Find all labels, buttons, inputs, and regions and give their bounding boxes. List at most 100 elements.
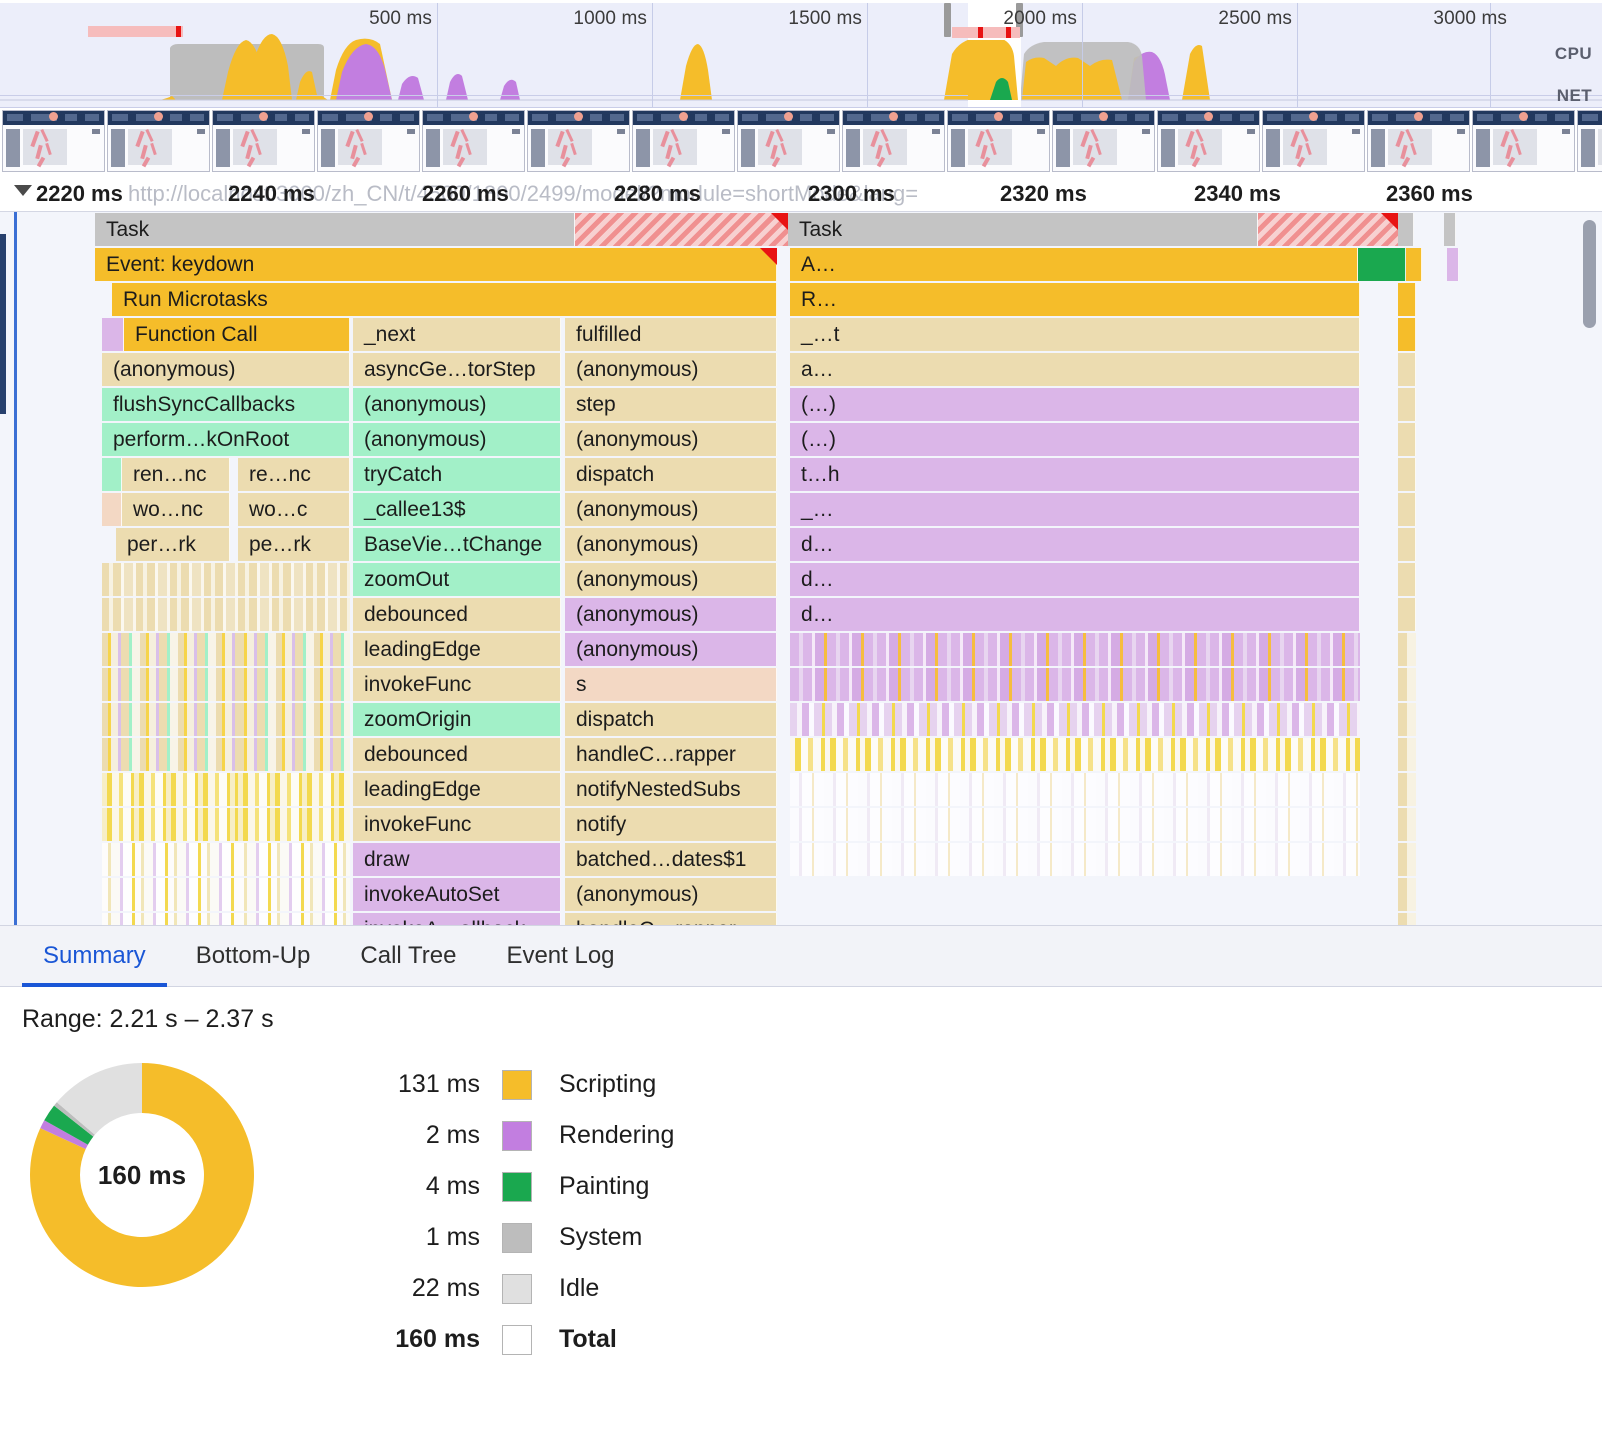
flame-chart-bar[interactable]: notify — [565, 808, 777, 841]
flame-chart-bar[interactable]: tryCatch — [353, 458, 561, 491]
flame-chart-bar[interactable]: Run Microtasks — [112, 283, 777, 316]
flame-chart-dense-samples[interactable] — [1398, 703, 1416, 736]
flame-chart-bar[interactable]: (anonymous) — [565, 423, 777, 456]
flame-chart-bar[interactable] — [1398, 563, 1416, 596]
chevron-down-icon[interactable] — [14, 185, 32, 196]
flame-chart-bar[interactable]: Task — [788, 213, 1258, 246]
flame-chart-bar[interactable]: (anonymous) — [353, 423, 561, 456]
flame-chart-dense-samples[interactable] — [238, 598, 350, 631]
flame-chart-bar[interactable] — [1406, 248, 1422, 281]
flame-chart-dense-samples[interactable] — [790, 843, 1360, 876]
filmstrip-frame[interactable] — [2, 110, 105, 172]
filmstrip[interactable] — [0, 108, 1602, 174]
flame-chart-bar[interactable]: wo…nc — [122, 493, 230, 526]
flame-chart-bar[interactable]: _… — [790, 493, 1360, 526]
flame-chart-bar[interactable]: notifyNestedSubs — [565, 773, 777, 806]
flame-chart-dense-samples[interactable] — [238, 668, 350, 701]
flame-chart-bar[interactable] — [1398, 423, 1416, 456]
flame-chart-dense-samples[interactable] — [238, 773, 350, 806]
filmstrip-frame[interactable] — [527, 110, 630, 172]
flame-chart-dense-samples[interactable] — [238, 738, 350, 771]
flame-chart-dense-samples[interactable] — [238, 563, 350, 596]
flame-chart-bar[interactable]: zoomOut — [353, 563, 561, 596]
filmstrip-frame[interactable] — [947, 110, 1050, 172]
detail-tabs[interactable]: SummaryBottom-UpCall TreeEvent Log — [0, 925, 1602, 987]
filmstrip-frame[interactable] — [1157, 110, 1260, 172]
tab-summary[interactable]: Summary — [18, 925, 171, 987]
filmstrip-frame[interactable] — [1577, 110, 1602, 172]
filmstrip-frame[interactable] — [1367, 110, 1470, 172]
flame-chart-bar[interactable]: draw — [353, 843, 561, 876]
flame-chart-dense-samples[interactable] — [1398, 843, 1416, 876]
flame-chart-bar[interactable]: R… — [790, 283, 1360, 316]
flame-chart-bar[interactable] — [1358, 248, 1406, 281]
flame-chart-bar[interactable]: fulfilled — [565, 318, 777, 351]
filmstrip-frame[interactable] — [1472, 110, 1575, 172]
timeline-ruler[interactable]: http://localhost:3000/zh_CN/t/4500/1800/… — [0, 174, 1602, 212]
flame-chart-bar[interactable]: leadingEdge — [353, 773, 561, 806]
flame-chart-bar[interactable]: debounced — [353, 738, 561, 771]
flame-chart-bar[interactable]: (anonymous) — [565, 353, 777, 386]
flame-chart-bar[interactable]: dispatch — [565, 703, 777, 736]
filmstrip-frame[interactable] — [842, 110, 945, 172]
flame-chart-bar[interactable]: debounced — [353, 598, 561, 631]
filmstrip-frame[interactable] — [1052, 110, 1155, 172]
flame-chart-bar[interactable]: ren…nc — [122, 458, 230, 491]
flame-chart-bar[interactable]: (anonymous) — [353, 388, 561, 421]
flame-chart-dense-samples[interactable] — [790, 633, 1360, 666]
flame-chart-bar[interactable]: d… — [790, 563, 1360, 596]
long-task-warning-bar[interactable] — [575, 213, 788, 246]
flame-chart-dense-samples[interactable] — [1398, 773, 1416, 806]
flame-chart-bar[interactable]: invokeA…allback — [353, 913, 561, 925]
flame-chart-bar[interactable]: (anonymous) — [565, 598, 777, 631]
flame-chart-dense-samples[interactable] — [790, 808, 1360, 841]
flame-chart-bar[interactable] — [1444, 213, 1456, 246]
flame-chart-bar[interactable]: d… — [790, 528, 1360, 561]
filmstrip-frame[interactable] — [1262, 110, 1365, 172]
flame-chart-bar[interactable]: _callee13$ — [353, 493, 561, 526]
filmstrip-frame[interactable] — [107, 110, 210, 172]
flame-chart-bar[interactable] — [1398, 213, 1414, 246]
flame-chart-bar[interactable]: (anonymous) — [565, 633, 777, 666]
flame-chart-bar[interactable]: flushSyncCallbacks — [102, 388, 350, 421]
flame-chart-bar[interactable] — [1398, 493, 1416, 526]
flame-chart-bar[interactable] — [1398, 598, 1416, 631]
tab-event-log[interactable]: Event Log — [481, 925, 639, 987]
flame-chart-dense-samples[interactable] — [1398, 878, 1416, 911]
flame-chart-bar[interactable]: d… — [790, 598, 1360, 631]
flame-chart-bar[interactable]: re…nc — [238, 458, 350, 491]
flame-chart-bar[interactable] — [102, 318, 124, 351]
flame-chart-bar[interactable] — [1398, 388, 1416, 421]
flame-chart-dense-samples[interactable] — [790, 773, 1360, 806]
flame-chart-bar[interactable]: zoomOrigin — [353, 703, 561, 736]
filmstrip-frame[interactable] — [422, 110, 525, 172]
flame-chart-bar[interactable]: (anonymous) — [565, 528, 777, 561]
flame-chart-bar[interactable]: t…h — [790, 458, 1360, 491]
filmstrip-frame[interactable] — [212, 110, 315, 172]
flame-chart-bar[interactable]: (…) — [790, 423, 1360, 456]
flame-chart-bar[interactable] — [1398, 283, 1416, 316]
flame-chart-dense-samples[interactable] — [790, 738, 1360, 771]
overview-pane[interactable]: 500 ms 1000 ms 1500 ms 2000 ms 2500 ms 3… — [0, 0, 1602, 108]
flame-chart-bar[interactable]: batched…dates$1 — [565, 843, 777, 876]
flame-chart-bar[interactable] — [102, 493, 122, 526]
flame-chart-bar[interactable]: invokeFunc — [353, 668, 561, 701]
flame-chart-bar[interactable]: handleC…rapper — [565, 738, 777, 771]
flame-chart-bar[interactable]: (anonymous) — [565, 878, 777, 911]
long-task-warning-bar[interactable] — [1258, 213, 1398, 246]
flame-chart-bar[interactable]: (anonymous) — [565, 493, 777, 526]
filmstrip-frame[interactable] — [632, 110, 735, 172]
flame-chart-dense-samples[interactable] — [238, 808, 350, 841]
flame-chart-bar[interactable]: per…rk — [116, 528, 230, 561]
flame-chart-bar[interactable]: (anonymous) — [102, 353, 350, 386]
flame-chart-dense-samples[interactable] — [238, 703, 350, 736]
tab-bottom-up[interactable]: Bottom-Up — [171, 925, 336, 987]
flame-chart-bar[interactable]: s — [565, 668, 777, 701]
flame-chart-bar[interactable] — [1398, 528, 1416, 561]
flame-chart-bar[interactable] — [1447, 248, 1459, 281]
flame-chart-bar[interactable]: pe…rk — [238, 528, 350, 561]
flame-chart-dense-samples[interactable] — [1398, 808, 1416, 841]
flame-chart-dense-samples[interactable] — [1398, 668, 1416, 701]
flame-chart-bar[interactable]: handleC…rapper — [565, 913, 777, 925]
flame-chart-bar[interactable]: a… — [790, 353, 1360, 386]
